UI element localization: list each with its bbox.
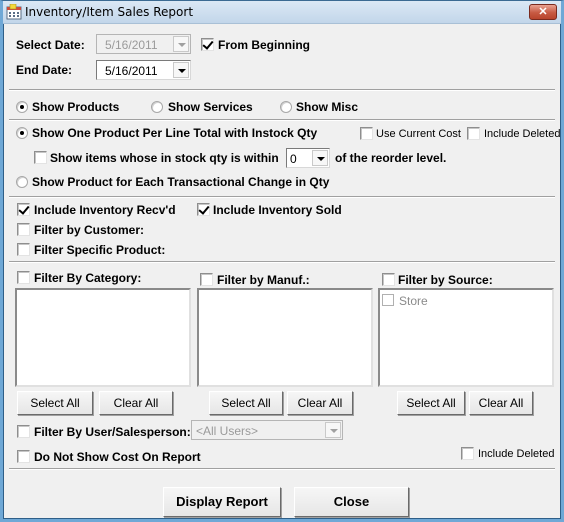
include-recvd-checkbox[interactable] [17,203,30,216]
transactional-radio[interactable] [16,176,28,188]
filter-source-checkbox[interactable] [382,273,395,286]
window-title: Inventory/Item Sales Report [25,5,194,19]
filter-product-checkbox[interactable] [17,243,30,256]
filter-category-label: Filter By Category: [34,271,142,285]
include-deleted-label: Include Deleted [484,128,561,140]
window-close-button[interactable]: ✕ [529,4,557,20]
from-beginning-label: From Beginning [218,38,310,52]
one-per-line-radio[interactable] [16,127,28,139]
manuf-listbox[interactable] [197,288,373,387]
source-listbox[interactable]: Store [378,288,554,387]
chevron-down-icon [173,36,189,52]
end-date-combo[interactable]: 5/16/2011 [96,60,191,80]
end-date-label: End Date: [16,63,73,77]
filter-customer-checkbox[interactable] [17,223,30,236]
separator [9,261,555,263]
select-date-label: Select Date: [16,38,85,52]
include-recvd-label: Include Inventory Recv'd [34,203,176,217]
filter-customer-label: Filter by Customer: [34,223,145,237]
display-report-button[interactable]: Display Report [163,487,281,517]
transactional-label: Show Product for Each Transactional Chan… [32,175,330,189]
manuf-select-all-button[interactable]: Select All [209,391,283,415]
include-deleted-bottom-label: Include Deleted [478,448,555,460]
filter-product-label: Filter Specific Product: [34,243,166,257]
include-deleted-checkbox[interactable] [467,127,480,140]
close-button[interactable]: Close [294,487,409,517]
filter-user-checkbox[interactable] [17,425,30,438]
manuf-clear-all-button[interactable]: Clear All [287,391,353,415]
title-bar: Inventory/Item Sales Report ✕ [3,1,561,24]
category-listbox[interactable] [15,288,191,387]
end-date-value: 5/16/2011 [105,64,158,78]
use-current-cost-checkbox[interactable] [360,127,373,140]
include-sold-checkbox[interactable] [197,203,210,216]
no-cost-checkbox[interactable] [17,450,30,463]
within-reorder-prefix: Show items whose in stock qty is within [50,151,279,165]
use-current-cost-label: Use Current Cost [376,128,461,140]
source-select-all-button[interactable]: Select All [397,391,465,415]
select-date-value: 5/16/2011 [105,38,158,52]
report-dialog: Inventory/Item Sales Report ✕ Select Dat… [0,0,564,522]
within-reorder-checkbox[interactable] [34,151,47,164]
separator [9,196,555,198]
category-select-all-button[interactable]: Select All [17,391,93,415]
source-clear-all-button[interactable]: Clear All [469,391,533,415]
one-per-line-label: Show One Product Per Line Total with Ins… [32,126,318,140]
separator [9,119,555,121]
close-icon: ✕ [538,6,548,18]
category-clear-all-button[interactable]: Clear All [99,391,173,415]
source-store-label: Store [399,294,428,308]
show-misc-radio[interactable] [280,101,292,113]
show-services-radio[interactable] [151,101,163,113]
user-combo: <All Users> [191,420,343,440]
list-item[interactable]: Store [382,294,542,308]
filter-category-checkbox[interactable] [17,271,30,284]
source-store-checkbox[interactable] [382,294,394,306]
show-products-radio[interactable] [16,101,28,113]
filter-source-label: Filter by Source: [398,273,493,287]
separator [9,89,555,91]
chevron-down-icon [325,422,341,438]
within-reorder-suffix: of the reorder level. [335,151,447,165]
reorder-qty-value: 0 [290,152,297,166]
chevron-down-icon[interactable] [173,62,189,78]
filter-manuf-label: Filter by Manuf.: [217,273,310,287]
show-misc-label: Show Misc [296,100,359,114]
chevron-down-icon[interactable] [312,150,328,166]
show-services-label: Show Services [168,100,253,114]
separator [9,468,555,470]
no-cost-label: Do Not Show Cost On Report [34,450,201,464]
include-sold-label: Include Inventory Sold [213,203,342,217]
filter-manuf-checkbox[interactable] [200,273,213,286]
filter-user-label: Filter By User/Salesperson: [34,425,191,439]
select-date-combo: 5/16/2011 [96,34,191,54]
show-products-label: Show Products [32,100,120,114]
user-combo-value: <All Users> [196,424,259,438]
calendar-app-icon [6,4,22,20]
from-beginning-checkbox[interactable] [201,38,214,51]
reorder-qty-combo[interactable]: 0 [286,148,330,168]
include-deleted-bottom-checkbox[interactable] [461,447,474,460]
